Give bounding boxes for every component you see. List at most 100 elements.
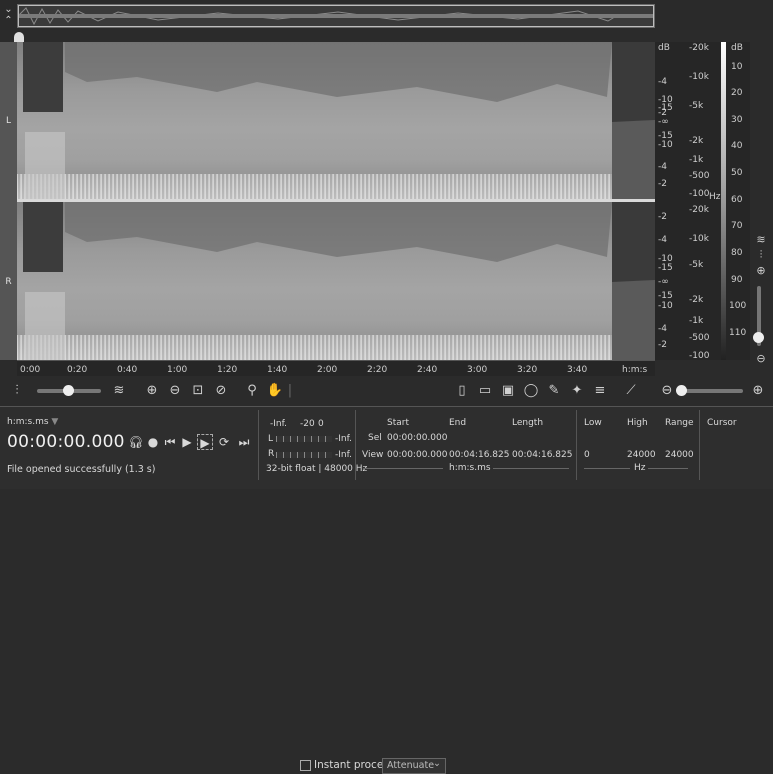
- color-tick-7: 70: [731, 221, 743, 231]
- spectrogram-view[interactable]: [17, 42, 655, 360]
- hz-tick-r-2: -10k: [689, 234, 709, 244]
- mode-select-value: Attenuate: [387, 760, 435, 771]
- selection-unit: h:m:s.ms: [449, 463, 491, 473]
- waveform-zoom-icon[interactable]: ⫶: [8, 382, 26, 400]
- zoom-full-icon[interactable]: ⊘: [212, 382, 230, 400]
- waveform-view-icon[interactable]: ≋: [752, 233, 770, 246]
- high-header: High: [627, 418, 648, 428]
- channel-label-right[interactable]: R: [0, 277, 17, 287]
- vertical-zoom-in-icon[interactable]: ⊕: [752, 264, 770, 277]
- db-tick-r-8: -4: [658, 324, 667, 334]
- unit-divider: [648, 468, 688, 469]
- hz-tick-r-6: -500: [689, 333, 710, 343]
- magnify-icon[interactable]: ⚲: [243, 382, 261, 400]
- brush-icon[interactable]: ✎: [545, 382, 563, 400]
- meter-scale-0: 0: [318, 419, 324, 429]
- magic-wand-icon[interactable]: ✦: [568, 382, 586, 400]
- loop-button[interactable]: ⟳: [216, 434, 232, 450]
- go-to-end-button[interactable]: ⏭︎: [236, 434, 252, 450]
- meter-scale-inf: -Inf.: [270, 419, 287, 429]
- color-scale-unit: dB: [731, 43, 743, 53]
- chevron-down-icon: ⌄: [433, 758, 441, 769]
- waveform-overview[interactable]: ⌄ ⌃: [0, 0, 773, 30]
- hz-tick-l-2: -10k: [689, 72, 709, 82]
- meter-left-peak: -Inf.: [335, 434, 352, 444]
- color-tick-9: 90: [731, 275, 743, 285]
- selection-start-field[interactable]: 00:00:00.000: [387, 433, 447, 443]
- panel-separator: [576, 410, 577, 480]
- time-axis-unit: h:m:s: [622, 365, 648, 375]
- hz-tick-r-4: -2k: [689, 295, 704, 305]
- zoom-out-icon[interactable]: ⊖: [166, 382, 184, 400]
- hand-icon[interactable]: ✋: [266, 382, 284, 400]
- db-axis: dB -2 -4 -10 -15 -∞ -15 -10 -4 -2 -2 -4 …: [655, 42, 685, 360]
- time-selection-icon[interactable]: ▯: [453, 382, 471, 400]
- hz-tick-l-3: -5k: [689, 101, 704, 111]
- hz-tick-l-7: -100: [689, 189, 710, 199]
- hz-tick-r-5: -1k: [689, 316, 704, 326]
- color-tick-4: 40: [731, 141, 743, 151]
- unit-divider: [584, 468, 630, 469]
- instant-process-checkbox[interactable]: [300, 760, 311, 771]
- hz-tick-r-7: -100: [689, 351, 710, 361]
- time-tick-11: 3:20: [517, 365, 538, 375]
- spectrogram-view-icon[interactable]: ⫶: [752, 248, 770, 262]
- hz-tick-l-4: -2k: [689, 136, 704, 146]
- horizontal-zoom-in-icon[interactable]: ⊕: [749, 382, 767, 400]
- vertical-zoom-out-icon[interactable]: ⊖: [752, 352, 770, 365]
- hz-tick-r-3: -5k: [689, 260, 704, 270]
- color-tick-5: 50: [731, 168, 743, 178]
- lasso-icon[interactable]: ◯: [522, 382, 540, 400]
- blend-slider-knob[interactable]: [63, 385, 74, 396]
- play-button[interactable]: ▶: [179, 434, 195, 450]
- spectrogram-channel-left[interactable]: [17, 42, 655, 199]
- instant-process-mode-select[interactable]: Attenuate ⌄: [382, 758, 446, 774]
- time-tick-2: 0:20: [67, 365, 88, 375]
- color-tick-11: 110: [729, 328, 747, 338]
- db-axis-unit: dB: [658, 43, 670, 53]
- channel-strip: L R: [0, 42, 17, 360]
- time-tick-4: 1:00: [167, 365, 188, 375]
- hz-tick-r-1: -20k: [689, 205, 709, 215]
- chevron-down-icon[interactable]: ⌄: [2, 4, 15, 15]
- db-tick-l-2: -4: [658, 77, 667, 87]
- spectrogram-channel-right[interactable]: [17, 202, 655, 360]
- channel-label-left[interactable]: L: [0, 116, 17, 126]
- go-to-start-button[interactable]: ⏮︎: [162, 434, 178, 450]
- range-header: Range: [665, 418, 694, 428]
- current-time-display[interactable]: 00:00:00.000: [7, 432, 125, 452]
- low-frequency-field[interactable]: 0: [584, 450, 590, 460]
- record-button[interactable]: ●: [145, 434, 161, 450]
- zoom-in-icon[interactable]: ⊕: [143, 382, 161, 400]
- chevron-up-icon[interactable]: ⌃: [2, 15, 15, 26]
- time-frequency-selection-icon[interactable]: ▣: [499, 382, 517, 400]
- harmonics-icon[interactable]: ≡: [591, 382, 609, 400]
- meter-left-bar: [276, 436, 332, 442]
- horizontal-zoom-out-icon[interactable]: ⊖: [658, 382, 676, 400]
- vertical-zoom-knob[interactable]: [753, 332, 764, 343]
- time-tick-8: 2:20: [367, 365, 388, 375]
- horizontal-zoom-knob[interactable]: [676, 385, 687, 396]
- time-tick-7: 2:00: [317, 365, 338, 375]
- envelope-icon[interactable]: ⟋: [622, 382, 640, 400]
- headphones-icon[interactable]: 🎧︎: [128, 434, 144, 450]
- color-tick-8: 80: [731, 248, 743, 258]
- frequency-selection-icon[interactable]: ▭: [476, 382, 494, 400]
- hz-axis-unit: Hz: [709, 192, 721, 202]
- view-length-field[interactable]: 00:04:16.825: [512, 450, 572, 460]
- spectrogram-icon[interactable]: ≋: [110, 382, 128, 400]
- time-tick-3: 0:40: [117, 365, 138, 375]
- toolbar: ⫶ ≋ ⊕ ⊖ ⊡ ⊘ ⚲ ✋ | Instant process Attenu…: [0, 376, 773, 774]
- play-selection-button[interactable]: ▶: [197, 434, 213, 450]
- db-tick-r-1: -2: [658, 212, 667, 222]
- view-start-field[interactable]: 00:00:00.000: [387, 450, 447, 460]
- status-message: File opened successfully (1.3 s): [7, 464, 156, 475]
- high-frequency-field[interactable]: 24000: [627, 450, 656, 460]
- overview-view-range[interactable]: [18, 5, 654, 27]
- time-format-select[interactable]: h:m:s.ms ▼: [7, 417, 58, 427]
- range-frequency-field[interactable]: 24000: [665, 450, 694, 460]
- view-end-field[interactable]: 00:04:16.825: [449, 450, 509, 460]
- zoom-selection-icon[interactable]: ⊡: [189, 382, 207, 400]
- meter-scale-20: -20: [300, 419, 315, 429]
- time-tick-1: 0:00: [20, 365, 41, 375]
